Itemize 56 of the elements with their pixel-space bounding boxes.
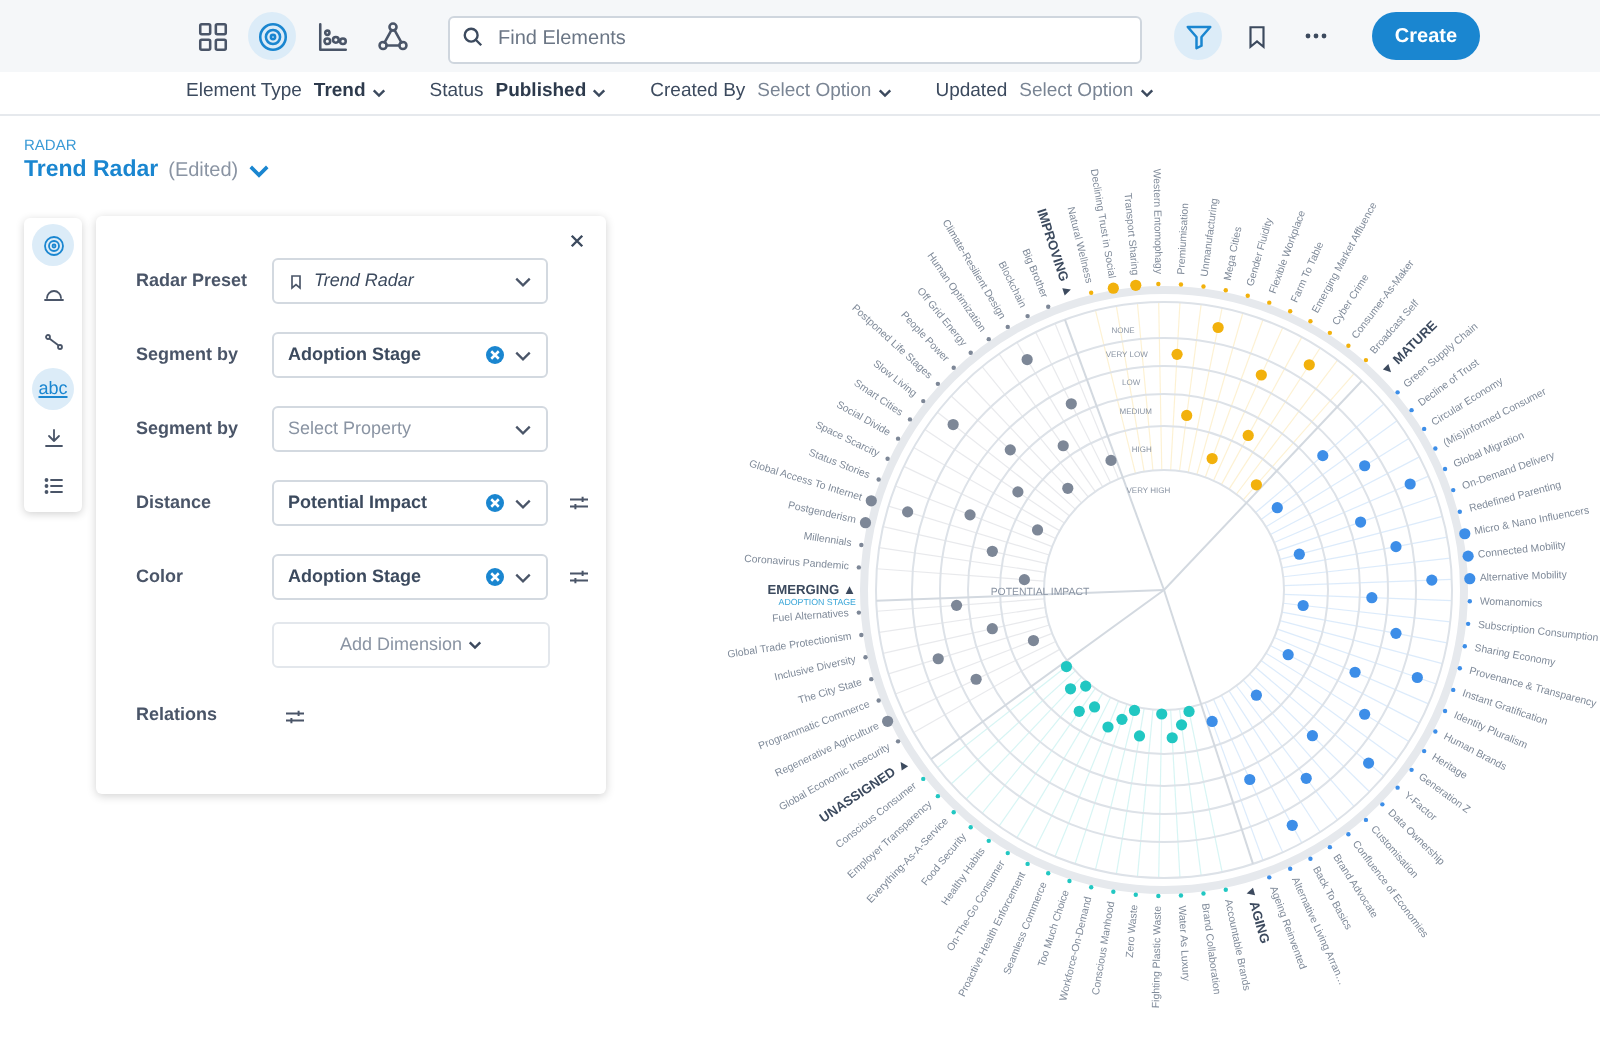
chevron-down-icon [468, 640, 483, 651]
scatter-chart-icon [315, 19, 349, 53]
clear-button[interactable] [486, 568, 504, 587]
download-icon [41, 425, 65, 450]
chevron-down-icon [248, 164, 271, 179]
edited-note: (Edited) [168, 158, 239, 187]
field-label: Segment by [136, 342, 241, 368]
list-icon [41, 473, 65, 498]
chevron-down-icon [1139, 88, 1154, 98]
field-label: Radar Preset [136, 268, 250, 294]
chevron-down-icon [877, 88, 892, 98]
chevron-down-icon [592, 88, 607, 98]
network-icon [375, 19, 409, 53]
bookmark-icon [288, 271, 304, 292]
chevron-down-icon [514, 423, 532, 436]
filter-label: Updated [935, 78, 1008, 107]
radar-icon [41, 233, 65, 258]
sliders-icon [568, 568, 590, 587]
chevron-down-icon [514, 497, 532, 510]
search-field[interactable]: Find Elements [448, 15, 1142, 63]
field-label: Distance [136, 490, 214, 516]
property-dropdown[interactable]: Adoption Stage [272, 332, 548, 379]
radar-icon [255, 19, 289, 53]
chevron-down-icon [514, 275, 532, 288]
close-icon [569, 233, 583, 248]
view-button[interactable] [248, 12, 296, 60]
field-label: Color [136, 564, 185, 590]
create-button[interactable]: Create [1372, 12, 1480, 60]
radar-title: Trend Radar [24, 156, 159, 186]
chevron-down-icon [514, 349, 532, 362]
filter-dropdown[interactable]: Select Option [1019, 78, 1154, 108]
property-dropdown[interactable]: Adoption Stage [272, 554, 548, 601]
bookmark-icon [1243, 21, 1269, 51]
property-dropdown[interactable]: Potential Impact [272, 480, 548, 527]
clear-button[interactable] [486, 494, 504, 513]
filter-icon [1183, 21, 1213, 51]
chevron-down-icon [371, 88, 386, 98]
title-dropdown-button[interactable] [248, 161, 273, 182]
field-label: Relations [136, 702, 220, 729]
chevron-down-icon [514, 571, 532, 584]
more-icon [1304, 32, 1328, 40]
sliders-icon [568, 494, 590, 513]
clear-button[interactable] [486, 346, 504, 365]
sliders-icon [284, 707, 306, 725]
filter-button[interactable] [1174, 12, 1222, 60]
filter-label: Status [429, 78, 484, 107]
filter-dropdown[interactable]: Published [495, 78, 607, 108]
filter-dropdown[interactable]: Trend [313, 78, 386, 108]
field-label: Segment by [136, 416, 241, 442]
filter-dropdown[interactable]: Select Option [757, 78, 892, 108]
preset-dropdown[interactable]: Trend Radar [272, 258, 548, 305]
grid-icon [195, 19, 229, 53]
tool-button[interactable] [32, 224, 74, 267]
link-nodes-icon [41, 329, 65, 354]
filter-label: Element Type [186, 78, 302, 107]
filter-label: Created By [650, 78, 746, 107]
